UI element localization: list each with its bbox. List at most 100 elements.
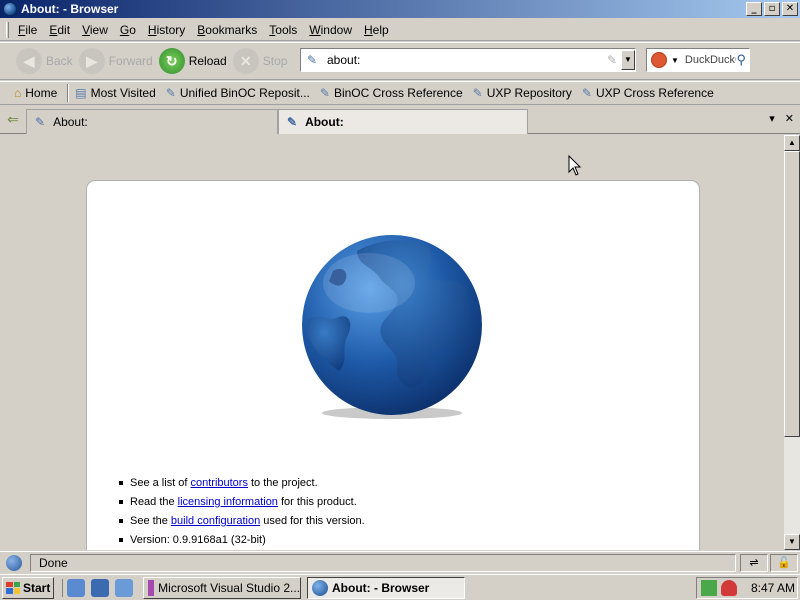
taskbar-item-visual-studio[interactable]: Microsoft Visual Studio 2... bbox=[143, 576, 301, 599]
search-input[interactable]: DuckDuckGo bbox=[685, 54, 737, 66]
list-text: See a list of bbox=[130, 476, 188, 489]
close-button[interactable]: ✕ bbox=[782, 2, 798, 16]
page-content: See a list of contributors to the projec… bbox=[0, 135, 784, 550]
bullet bbox=[119, 518, 123, 523]
stop-label: Stop bbox=[262, 54, 288, 68]
menu-window[interactable]: Window bbox=[309, 23, 360, 37]
restore-button[interactable]: ▫ bbox=[764, 2, 780, 16]
network-icon[interactable] bbox=[701, 580, 717, 596]
bullet bbox=[119, 499, 123, 504]
browser-globe-icon bbox=[3, 2, 17, 16]
list-text: used for this version. bbox=[263, 514, 365, 527]
menu-history[interactable]: History bbox=[148, 23, 193, 37]
page-icon: ✎ bbox=[319, 86, 330, 100]
window-controls: _ ▫ ✕ bbox=[746, 2, 798, 16]
licensing-information-link[interactable]: licensing information bbox=[178, 496, 278, 508]
toolbar-separator bbox=[67, 84, 70, 102]
build-configuration-link[interactable]: build configuration bbox=[171, 515, 260, 527]
menu-bookmarks[interactable]: Bookmarks bbox=[197, 23, 265, 37]
url-bar[interactable]: ✎ about: ✎ ▼ bbox=[300, 48, 636, 72]
bookmark-binoc-cross-reference[interactable]: ✎ BinOC Cross Reference bbox=[320, 86, 463, 100]
list-item: See the build configuration used for thi… bbox=[119, 511, 365, 530]
reload-icon: ↻ bbox=[158, 48, 185, 74]
list-text: See the bbox=[130, 514, 168, 527]
tab-label: About: bbox=[305, 115, 344, 129]
menu-go[interactable]: Go bbox=[120, 23, 144, 37]
list-text: for this product. bbox=[280, 495, 357, 508]
bookmark-label: Unified BinOC Reposit... bbox=[179, 86, 310, 100]
browser-quicklaunch-icon[interactable] bbox=[91, 578, 109, 597]
list-item: Read the licensing information for this … bbox=[119, 492, 365, 511]
bookmark-label: BinOC Cross Reference bbox=[333, 86, 463, 100]
bookmark-uxp-repository[interactable]: ✎ UXP Repository bbox=[473, 86, 572, 100]
minimize-button[interactable]: _ bbox=[746, 2, 762, 16]
bookmark-uxp-cross-reference[interactable]: ✎ UXP Cross Reference bbox=[582, 86, 714, 100]
url-input[interactable]: about: bbox=[327, 53, 607, 67]
tab-tools: ▾ ✕ bbox=[769, 112, 794, 125]
bookmark-label: Home bbox=[25, 86, 58, 100]
vertical-scrollbar[interactable]: ▲ ▼ bbox=[784, 135, 800, 550]
page-icon: ✎ bbox=[581, 86, 592, 100]
list-item: See a list of contributors to the projec… bbox=[119, 473, 365, 492]
reload-label: Reload bbox=[188, 54, 227, 68]
bookmark-home[interactable]: ⌂ Home bbox=[14, 86, 57, 100]
stop-button[interactable]: ✕ Stop bbox=[232, 46, 288, 76]
status-text: Done bbox=[30, 553, 736, 572]
bookmark-unified-binoc[interactable]: ✎ Unified BinOC Reposit... bbox=[166, 86, 310, 100]
window-title: About: - Browser bbox=[21, 2, 119, 16]
about-links-list: See a list of contributors to the projec… bbox=[119, 473, 365, 549]
title-bar: About: - Browser _ ▫ ✕ bbox=[0, 0, 800, 18]
menu-edit[interactable]: Edit bbox=[49, 23, 78, 37]
clock[interactable]: 8:47 AM bbox=[751, 581, 795, 595]
page-icon: ✎ bbox=[307, 53, 318, 67]
bullet bbox=[119, 537, 123, 542]
task-label: About: - Browser bbox=[332, 580, 430, 595]
start-label: Start bbox=[23, 580, 51, 595]
reload-button[interactable]: ↻ Reload bbox=[158, 46, 227, 76]
duckduckgo-icon[interactable] bbox=[651, 52, 667, 68]
task-label: Microsoft Visual Studio 2... bbox=[158, 580, 300, 595]
scroll-thumb[interactable] bbox=[784, 151, 800, 437]
menu-file[interactable]: File bbox=[18, 23, 45, 37]
toolbar-grip[interactable] bbox=[6, 22, 9, 38]
list-text: to the project. bbox=[250, 476, 318, 489]
globe-logo bbox=[302, 235, 482, 419]
back-label: Back bbox=[46, 54, 73, 68]
mouse-cursor-icon bbox=[568, 155, 582, 176]
windows-logo-icon bbox=[6, 581, 20, 594]
taskbar-item-browser[interactable]: About: - Browser bbox=[307, 576, 465, 599]
menu-view[interactable]: View bbox=[82, 23, 116, 37]
page-icon: ✎ bbox=[165, 86, 176, 100]
contributors-link[interactable]: contributors bbox=[190, 477, 247, 489]
url-dropdown-button[interactable]: ▼ bbox=[621, 50, 635, 70]
engine-dropdown-icon[interactable]: ▼ bbox=[671, 56, 679, 65]
tab-list-icon[interactable]: ▾ bbox=[769, 112, 775, 125]
tab-strip: ⇐ ✎ About: ✎ About: ▾ ✕ bbox=[0, 107, 800, 134]
security-lock-icon[interactable]: 🔓 bbox=[770, 553, 798, 572]
menu-help[interactable]: Help bbox=[364, 23, 397, 37]
outlook-icon[interactable] bbox=[115, 578, 133, 597]
forward-button[interactable]: ▶ Forward bbox=[78, 46, 153, 76]
bookmark-star-icon[interactable]: ✎ bbox=[607, 53, 617, 67]
start-button[interactable]: Start bbox=[2, 576, 54, 599]
search-icon[interactable]: ⚲ bbox=[736, 52, 746, 68]
close-tab-icon[interactable]: ✕ bbox=[785, 112, 794, 125]
security-shield-icon[interactable] bbox=[721, 580, 737, 596]
tab-about-1[interactable]: ✎ About: bbox=[26, 109, 278, 134]
menu-bar: File Edit View Go History Bookmarks Tool… bbox=[0, 19, 800, 41]
bookmark-most-visited[interactable]: ▤ Most Visited bbox=[75, 86, 155, 100]
tab-about-2[interactable]: ✎ About: bbox=[278, 109, 528, 134]
browser-globe-icon bbox=[312, 579, 328, 596]
page-icon: ✎ bbox=[35, 115, 46, 129]
search-bar[interactable]: ▼ DuckDuckGo ⚲ bbox=[646, 48, 750, 72]
scroll-down-button[interactable]: ▼ bbox=[784, 534, 800, 550]
ie-icon[interactable] bbox=[67, 578, 85, 597]
bookmark-label: UXP Repository bbox=[486, 86, 572, 100]
version-text: Version: 0.9.9168a1 (32-bit) bbox=[130, 533, 266, 546]
status-bar: Done ⇌ 🔓 bbox=[0, 551, 800, 573]
menu-tools[interactable]: Tools bbox=[269, 23, 305, 37]
back-arrow-icon: ◀ bbox=[16, 48, 42, 74]
back-button[interactable]: ◀ Back bbox=[16, 46, 73, 76]
tab-scroll-back-icon[interactable]: ⇐ bbox=[2, 111, 24, 131]
scroll-up-button[interactable]: ▲ bbox=[784, 135, 800, 151]
